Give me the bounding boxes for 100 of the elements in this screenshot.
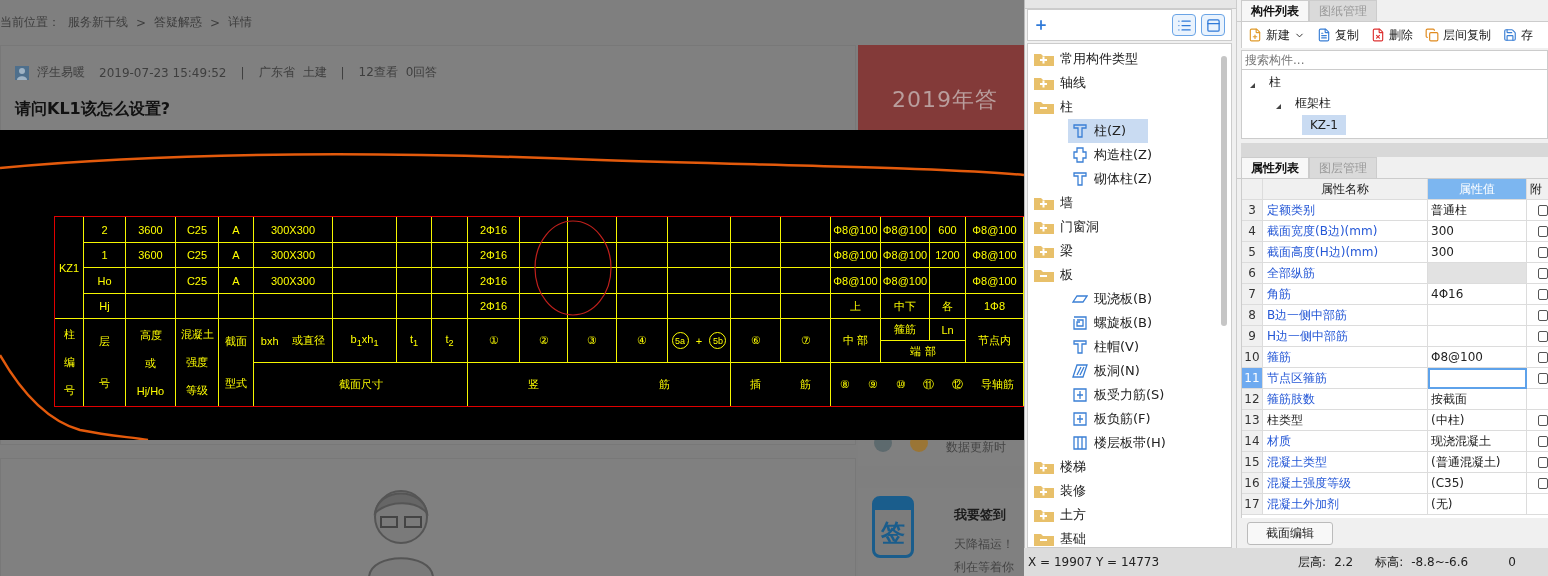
table-cell: Φ8@100 (881, 268, 929, 293)
header-text: 等级 (186, 382, 208, 398)
tree-item[interactable]: 砌体柱(Z) (1068, 167, 1175, 191)
toolbar-button[interactable]: 新建 (1248, 26, 1305, 44)
header-corner (1242, 179, 1263, 200)
value-cell[interactable]: 普通柱 (1428, 200, 1527, 221)
value-cell[interactable]: 按截面 (1428, 389, 1527, 410)
toolbar-button[interactable]: 存 (1503, 26, 1533, 44)
table-cell: A (219, 217, 253, 242)
value-cell[interactable]: 300 (1428, 221, 1527, 242)
checkbox[interactable] (1538, 351, 1548, 363)
tree-item[interactable]: 柱 (1034, 98, 1073, 116)
table-cell: 1 (84, 243, 125, 267)
panel-tab[interactable]: 构件列表 (1241, 0, 1309, 21)
window-view-button[interactable] (1201, 14, 1225, 36)
tree-item[interactable]: 土方 (1034, 506, 1086, 524)
checkbox[interactable] (1538, 456, 1548, 468)
table-cell: Φ8@100 (966, 268, 1023, 293)
header-text: ⑥ (750, 334, 761, 347)
tree-item[interactable]: 板负筋(F) (1068, 407, 1173, 431)
tree-item[interactable]: KZ-1 (1302, 114, 1346, 135)
header-text: b$_{1}$xh$_{1}$ (350, 332, 379, 349)
checkbox[interactable] (1538, 372, 1548, 384)
value-cell[interactable]: (C35) (1428, 473, 1527, 494)
section-edit-button[interactable]: 截面编辑 (1247, 521, 1333, 545)
row-number: 10 (1242, 347, 1263, 368)
header-text: 混凝土 (180, 327, 214, 343)
tree-item[interactable]: 轴线 (1034, 74, 1086, 92)
checkbox[interactable] (1538, 288, 1548, 300)
t-shape-icon (1072, 123, 1088, 139)
tree-item[interactable]: 柱 (1261, 71, 1289, 94)
value-cell[interactable]: (无) (1428, 494, 1527, 515)
toolbar-button[interactable]: 层间复制 (1425, 26, 1491, 44)
header-text: ③ (587, 334, 597, 347)
row-number: 12 (1242, 389, 1263, 410)
tree-item[interactable]: 柱帽(V) (1068, 335, 1162, 359)
checkbox[interactable] (1538, 435, 1548, 447)
header-text: ④ (637, 334, 647, 347)
table-cell: Φ8@100 (881, 243, 929, 267)
tree-item[interactable]: 装修 (1034, 482, 1086, 500)
tree-item[interactable]: 现浇板(B) (1068, 287, 1175, 311)
value-cell[interactable]: 300 (1428, 242, 1527, 263)
input-field[interactable] (1428, 368, 1527, 389)
row-number: 13 (1242, 410, 1263, 431)
value-cell[interactable] (1428, 326, 1527, 347)
tree-item[interactable]: 螺旋板(B) (1068, 311, 1175, 335)
value-cell[interactable]: (普通混凝土) (1428, 452, 1527, 473)
panel-tab[interactable]: 属性列表 (1241, 157, 1309, 178)
sign-in-text: 天降福运！ (954, 536, 1014, 553)
header-text: 层 (99, 334, 110, 350)
table-cell: 2 (84, 217, 125, 242)
tree-item[interactable]: 板 (1034, 266, 1073, 284)
checkbox[interactable] (1538, 309, 1548, 321)
toolbar-button[interactable]: 删除 (1371, 26, 1413, 44)
tree-item[interactable]: 基础 (1034, 530, 1086, 548)
column-header[interactable]: 附 (1527, 179, 1548, 200)
checkbox[interactable] (1538, 225, 1548, 237)
tree-item[interactable]: 梁 (1034, 242, 1073, 260)
checkbox[interactable] (1538, 414, 1548, 426)
meta-divider: | (340, 65, 345, 80)
header-text: 箍筋 (894, 322, 916, 337)
table-cell: 2Φ16 (468, 243, 519, 267)
value-cell[interactable] (1428, 305, 1527, 326)
add-icon[interactable] (1034, 18, 1048, 32)
copy-icon (1425, 28, 1439, 42)
tree-item[interactable]: 框架柱 (1287, 92, 1339, 115)
header-text: ② (538, 334, 549, 347)
value-cell[interactable]: Φ8@100 (1428, 347, 1527, 368)
table-cell: 中下 (881, 294, 929, 318)
tree-item[interactable]: 板受力筋(S) (1068, 383, 1187, 407)
list-view-button[interactable] (1172, 14, 1196, 36)
tree-item[interactable]: 墙 (1034, 194, 1073, 212)
tree-item[interactable]: 柱(Z) (1068, 119, 1149, 143)
tree-item[interactable]: 楼梯 (1034, 458, 1086, 476)
header-text: 竖 (528, 377, 539, 392)
header-text: Ln (941, 323, 954, 336)
answer-count: 0回答 (405, 64, 438, 81)
header-text: 柱 (63, 327, 75, 343)
tree-item[interactable]: 板洞(N) (1068, 359, 1162, 383)
checkbox[interactable] (1538, 204, 1548, 216)
checkbox[interactable] (1538, 330, 1548, 342)
row-number: 3 (1242, 200, 1263, 221)
table-cell: 上 (831, 294, 880, 318)
value-cell[interactable]: 现浇混凝土 (1428, 431, 1527, 452)
toolbar-button[interactable]: 复制 (1317, 26, 1359, 44)
tree-item[interactable]: 门窗洞 (1034, 218, 1099, 236)
tree-item[interactable]: 常用构件类型 (1034, 50, 1138, 68)
header-text: ⑦ (800, 334, 811, 347)
header-text: bxh (260, 334, 279, 347)
checkbox[interactable] (1538, 246, 1548, 258)
search-field[interactable]: 搜索构件... (1241, 50, 1548, 70)
value-cell[interactable]: (中柱) (1428, 410, 1527, 431)
scrollbar-thumb[interactable] (1221, 56, 1227, 326)
row-number: 5 (1242, 242, 1263, 263)
column-header[interactable]: 属性名称 (1263, 179, 1428, 200)
tree-item[interactable]: 楼层板带(H) (1068, 431, 1188, 455)
value-cell[interactable]: 4Φ16 (1428, 284, 1527, 305)
table-cell: 1Φ8 (966, 294, 1023, 318)
checkbox[interactable] (1538, 477, 1548, 489)
tree-item[interactable]: 构造柱(Z) (1068, 143, 1175, 167)
